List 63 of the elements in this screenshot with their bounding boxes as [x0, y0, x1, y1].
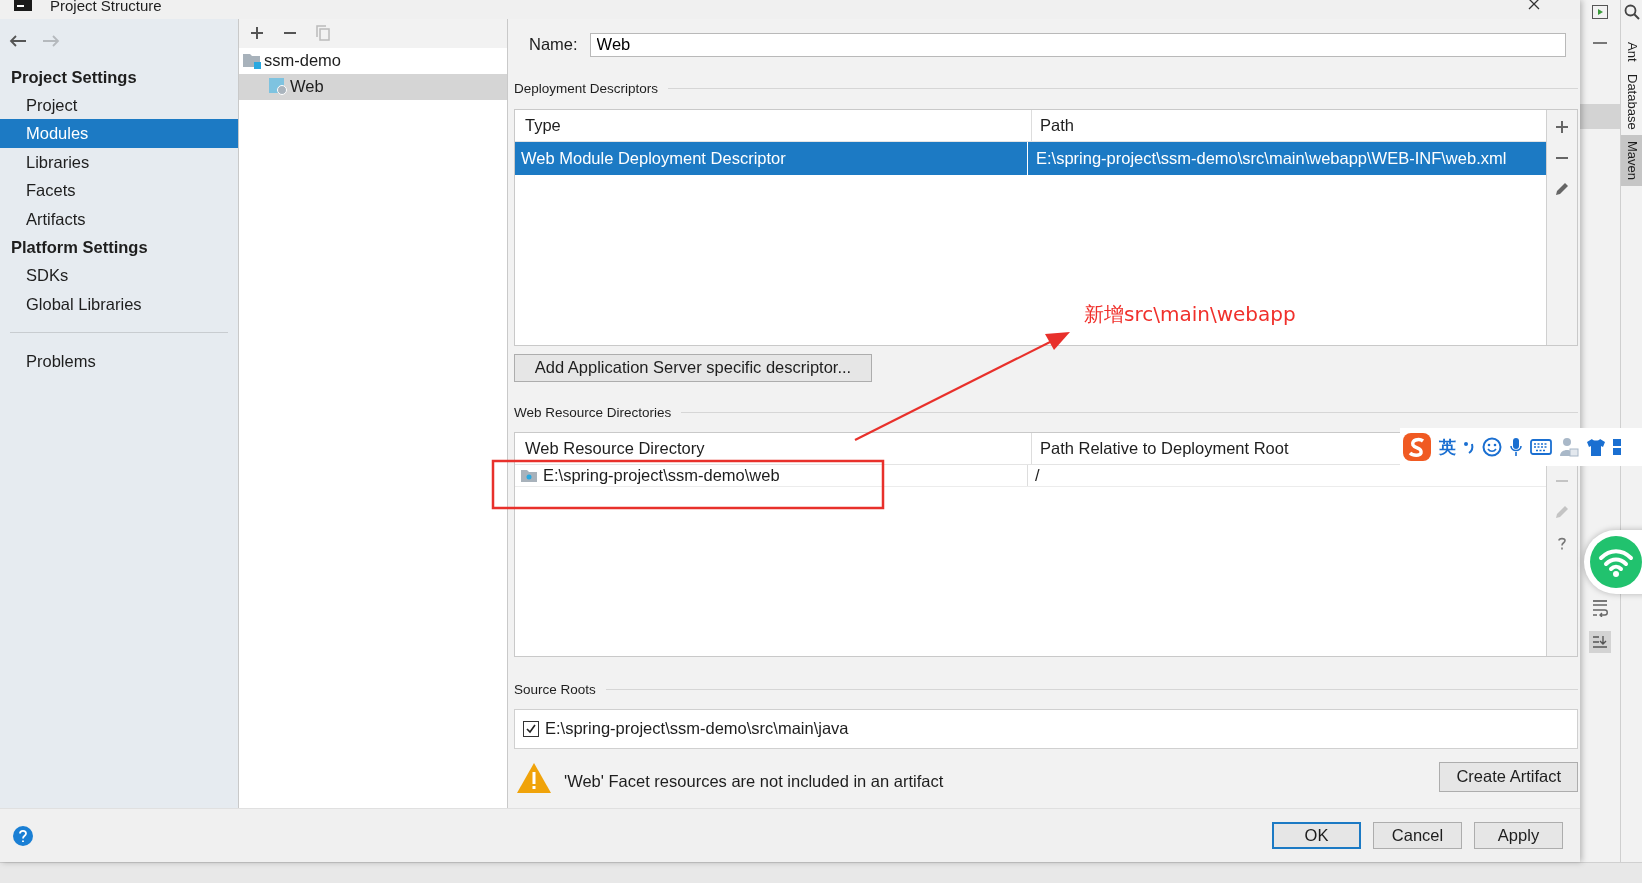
annotation-text: 新增src\main\webapp: [1084, 301, 1296, 328]
group-title: Deployment Descriptors: [514, 81, 659, 97]
folder-icon: [243, 53, 261, 69]
tree-node[interactable]: Web: [239, 74, 507, 100]
help-icon[interactable]: [13, 825, 33, 846]
input-mode-toggle[interactable]: 英: [1439, 435, 1456, 459]
warning-message: 'Web' Facet resources are not included in an artifact: [564, 772, 944, 791]
table-cell: E:\spring-project\ssm-demo\web: [543, 466, 780, 485]
add-icon[interactable]: [1554, 119, 1570, 135]
emoji-icon[interactable]: [1482, 437, 1502, 457]
grid-icon[interactable]: [1613, 437, 1623, 457]
window-title: Project Structure: [50, 0, 162, 13]
warning-icon: [516, 762, 552, 794]
sidebar-item[interactable]: Problems: [0, 347, 238, 376]
sidebar-item[interactable]: Facets: [0, 176, 238, 205]
column-header[interactable]: Type: [515, 110, 1032, 141]
dialog-button[interactable]: Apply: [1474, 822, 1563, 850]
column-header[interactable]: Path: [1032, 110, 1546, 141]
minimize-icon[interactable]: [1593, 599, 1607, 603]
name-field[interactable]: Web: [589, 33, 1566, 57]
search-icon[interactable]: [1624, 4, 1640, 20]
tree-node[interactable]: ssm-demo: [239, 48, 507, 74]
group-title: Source Roots: [514, 682, 596, 698]
create-artifact-button[interactable]: Create Artifact: [1439, 762, 1578, 792]
add-icon[interactable]: [249, 25, 265, 42]
section-heading: Platform Settings: [10, 237, 149, 259]
sidebar-item[interactable]: Global Libraries: [0, 290, 238, 319]
sidebar-item[interactable]: Artifacts: [0, 205, 238, 234]
table-row[interactable]: Web Module Deployment Descriptor E:\spring-project\ssm-demo\src\main\webapp\WEB-INF\web.xml: [515, 142, 1546, 175]
name-label: Name:: [529, 35, 578, 55]
source-root-path: E:\spring-project\ssm-demo\src\main\java: [545, 719, 849, 739]
sidebar-item[interactable]: Modules: [0, 119, 238, 148]
section-heading: Project Settings: [10, 67, 138, 88]
ok-button[interactable]: OK: [1272, 822, 1361, 850]
table-cell: Web Module Deployment Descriptor: [515, 142, 1028, 175]
dialog-button[interactable]: Cancel: [1373, 822, 1462, 850]
back-arrow-icon[interactable]: [9, 34, 27, 48]
shirt-icon[interactable]: [1586, 437, 1606, 457]
table-cell: /: [1035, 466, 1040, 485]
column-header[interactable]: Web Resource Directory: [515, 433, 1032, 464]
minimize-icon[interactable]: [1593, 41, 1607, 45]
scroll-to-end-icon[interactable]: [1589, 631, 1611, 653]
ime-logo-icon[interactable]: [1402, 432, 1432, 462]
sidebar-item[interactable]: SDKs: [0, 261, 238, 290]
sidebar-item[interactable]: Libraries: [0, 148, 238, 177]
web-folder-icon: [521, 469, 537, 482]
pencil-icon[interactable]: [1554, 181, 1570, 197]
add-descriptor-button[interactable]: Add Application Server specific descriptor...: [514, 354, 872, 382]
tool-window-tab[interactable]: Maven: [1621, 135, 1642, 187]
close-icon[interactable]: [1528, 0, 1540, 11]
group-title: Web Resource Directories: [514, 405, 672, 421]
checkbox[interactable]: [523, 721, 539, 737]
app-logo-icon: [14, 0, 32, 12]
soft-wrap-icon[interactable]: [1592, 603, 1608, 617]
keyboard-icon[interactable]: [1530, 439, 1552, 455]
wifi-icon: [1590, 536, 1642, 588]
web-facet-icon: [269, 78, 287, 96]
tool-window-tab[interactable]: Ant: [1621, 36, 1642, 68]
table-cell-text: E:\spring-project\ssm-demo\src\main\webapp\WEB-INF\web.xml: [1035, 148, 1508, 169]
microphone-icon[interactable]: [1509, 437, 1523, 457]
tool-window-tab[interactable]: Database: [1621, 67, 1642, 136]
sidebar-item[interactable]: Project: [0, 91, 238, 120]
run-panel-icon[interactable]: [1592, 5, 1608, 19]
